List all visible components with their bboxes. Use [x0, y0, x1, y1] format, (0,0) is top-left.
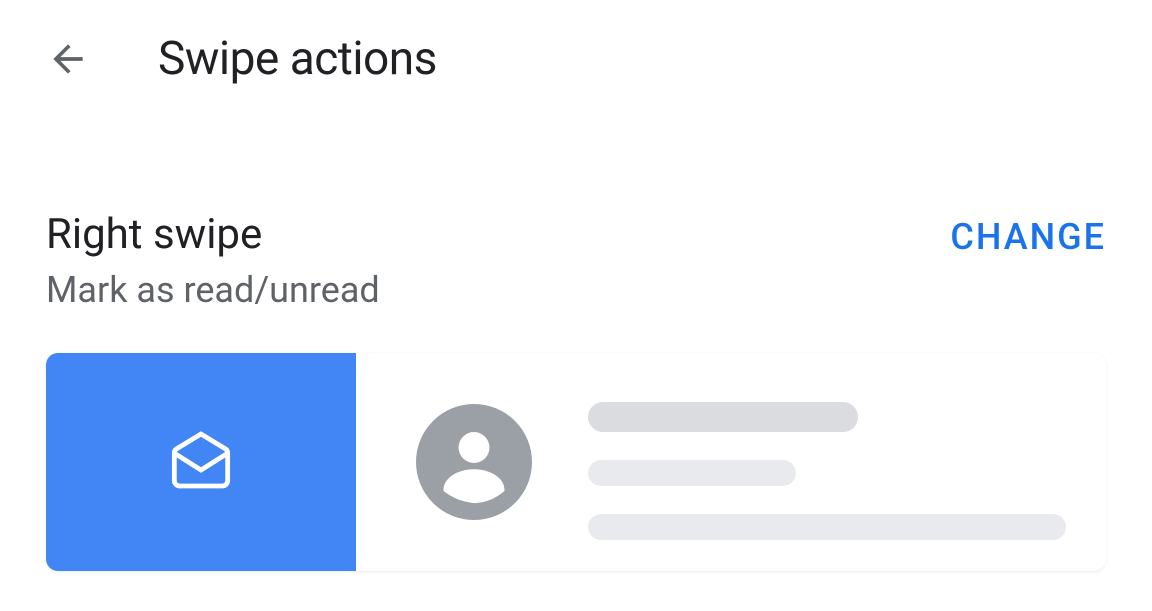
section-header: Right swipe Mark as read/unread CHANGE [46, 210, 1106, 311]
arrow-left-icon [46, 37, 90, 81]
drafts-icon [169, 430, 233, 494]
placeholder-line [588, 460, 796, 486]
placeholder-line [588, 514, 1066, 540]
message-placeholder-lines [588, 384, 1066, 540]
swipe-preview-card [46, 353, 1106, 571]
swipe-action-background [46, 353, 356, 571]
section-subtitle: Mark as read/unread [46, 269, 380, 311]
change-button[interactable]: CHANGE [950, 210, 1106, 258]
section-heading-group: Right swipe Mark as read/unread [46, 210, 380, 311]
page-header: Swipe actions [0, 0, 1152, 118]
section-title: Right swipe [46, 210, 380, 259]
person-icon [416, 404, 532, 520]
page-title: Swipe actions [158, 32, 437, 86]
message-preview [356, 353, 1106, 571]
back-button[interactable] [46, 37, 90, 81]
placeholder-line [588, 402, 858, 432]
right-swipe-section: Right swipe Mark as read/unread CHANGE [0, 210, 1152, 571]
avatar [416, 404, 532, 520]
